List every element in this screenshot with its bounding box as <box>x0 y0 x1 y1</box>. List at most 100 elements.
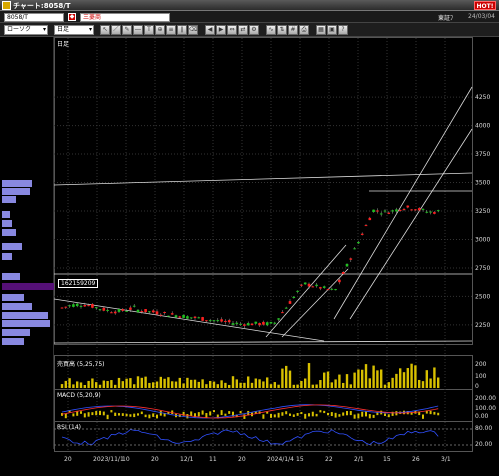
candle-body <box>433 212 436 214</box>
volume-bar <box>277 384 280 388</box>
indicator-icon[interactable]: ∿ <box>266 25 276 35</box>
candle-body <box>338 279 341 283</box>
volume-bar <box>106 381 109 388</box>
candle-body <box>60 307 64 309</box>
macd-histogram-bar <box>220 410 223 416</box>
candle-body <box>125 310 128 312</box>
price-box: 162159209 <box>58 279 99 288</box>
macd-histogram-bar <box>190 411 193 417</box>
horizontal-line-icon[interactable]: ― <box>133 25 143 35</box>
candle-body <box>151 310 155 313</box>
volume-bar <box>155 381 159 388</box>
channel-line <box>333 86 473 320</box>
volume-bar <box>224 382 227 388</box>
candle-body <box>364 225 368 227</box>
volume-bar <box>376 370 379 388</box>
candle-body <box>303 282 307 285</box>
candle-body <box>406 205 410 208</box>
volume-profile-bar <box>2 211 10 218</box>
volume-bar <box>300 380 303 388</box>
app-icon <box>2 1 11 10</box>
volume-bar <box>334 379 337 388</box>
code-input[interactable]: 8058/T <box>4 13 64 22</box>
print-icon[interactable]: ⎙ <box>299 25 309 35</box>
candle-body <box>91 304 94 308</box>
grid-icon[interactable]: # <box>288 25 298 35</box>
macd-histogram-bar <box>327 412 329 416</box>
hot-button[interactable]: HOT! <box>474 1 496 10</box>
volume-bar <box>159 376 162 388</box>
volume-bar <box>83 384 86 388</box>
macd-histogram-bar <box>156 414 158 419</box>
volume-profile-bar <box>2 312 48 319</box>
candle-body <box>167 315 170 317</box>
x-tick-label: 22 <box>325 456 333 463</box>
y-tick-label: 3500 <box>475 180 490 187</box>
volume-bar <box>262 381 265 388</box>
save-icon[interactable]: ▣ <box>327 25 337 35</box>
datetime-label: 24/03/04 <box>468 13 495 20</box>
search-icon[interactable]: ◆ <box>68 13 76 21</box>
layout-icon[interactable]: ▦ <box>316 25 326 35</box>
macd-tick-label: 200.00 <box>475 395 496 402</box>
arrow-icon[interactable]: ↖ <box>100 25 110 35</box>
candle-body <box>341 271 345 274</box>
candle-body <box>246 323 250 326</box>
volume-bar <box>357 369 360 388</box>
volume-bar <box>95 382 98 388</box>
volume-profile-bar <box>2 294 24 301</box>
candle-body <box>307 283 311 287</box>
line-tool-icon[interactable]: ／ <box>111 25 121 35</box>
macd-histogram-bar <box>95 410 98 416</box>
candle-body <box>334 289 337 291</box>
candle-body <box>220 319 223 322</box>
volume-profile-bar <box>2 338 24 345</box>
candle-body <box>193 316 197 319</box>
expand-icon[interactable]: ⇔ <box>227 25 237 35</box>
candle-body <box>258 323 261 326</box>
text-tool-icon[interactable]: T <box>144 25 154 35</box>
x-tick-label: 2023/11/1 <box>93 456 124 463</box>
macd-histogram-bar <box>125 413 128 417</box>
candle-type-select[interactable]: ローソク <box>4 25 48 35</box>
scroll-left-icon[interactable]: ◀ <box>205 25 215 35</box>
chart-area[interactable]: 4250 4000 3750 3500 3250 3000 2750 2500 2250 20 20… <box>53 37 499 474</box>
compare-icon[interactable]: ⇅ <box>277 25 287 35</box>
x-tick-label: 2024/1/4 <box>267 456 294 463</box>
macd-histogram-bar <box>357 413 360 419</box>
candle-body <box>322 286 326 288</box>
x-tick-label: 2/1 <box>354 456 364 463</box>
macd-histogram-bar <box>342 412 345 416</box>
scroll-right-icon[interactable]: ▶ <box>216 25 226 35</box>
pencil-icon[interactable]: ✎ <box>122 25 132 35</box>
settings-icon[interactable]: ⚙ <box>249 25 259 35</box>
x-tick-label: 10 <box>122 456 130 463</box>
shrink-icon[interactable]: ⇄ <box>238 25 248 35</box>
candle-body <box>383 210 387 212</box>
volume-bar <box>110 380 113 388</box>
candle-body <box>387 212 391 214</box>
candle-body <box>235 322 239 324</box>
volume-profile-bar <box>2 220 12 227</box>
volume-bar <box>410 363 413 388</box>
volume-bar <box>186 377 189 388</box>
fib-icon[interactable]: ≡ <box>166 25 176 35</box>
macd-histogram-bar <box>213 410 215 413</box>
channel-icon[interactable]: ∥ <box>177 25 187 35</box>
macd-histogram-bar <box>368 414 371 419</box>
volume-profile-bar <box>2 196 16 203</box>
candle-body <box>398 209 402 211</box>
candle-body <box>410 209 413 211</box>
volume-bar <box>231 376 235 388</box>
candle-body <box>414 209 417 211</box>
zoom-icon[interactable]: ⊕ <box>155 25 165 35</box>
volume-bar <box>292 384 295 388</box>
macd-histogram-bar <box>129 414 132 417</box>
macd-histogram-bar <box>91 412 94 416</box>
candle-body <box>98 309 102 311</box>
period-select[interactable]: 日足 <box>54 25 94 35</box>
eraser-icon[interactable]: ⌫ <box>188 25 198 35</box>
market-label: 東証ﾌ <box>437 15 453 22</box>
help-icon[interactable]: ? <box>338 25 348 35</box>
candle-body <box>212 320 216 322</box>
